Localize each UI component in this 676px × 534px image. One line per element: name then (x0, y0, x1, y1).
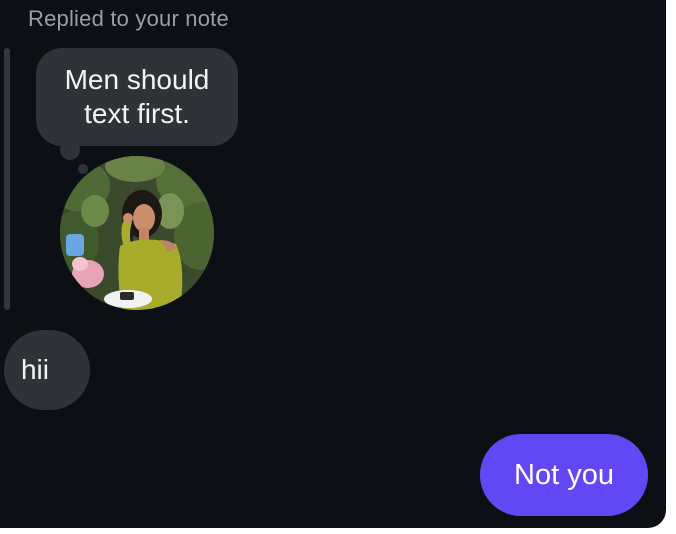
outgoing-message-text: Not you (514, 458, 614, 491)
note-author-avatar[interactable] (60, 156, 214, 310)
note-text: Men should text first. (64, 64, 210, 129)
chat-thread: Replied to your note Men should text fir… (0, 0, 666, 528)
incoming-message-bubble[interactable]: hii (4, 330, 90, 410)
outgoing-message-bubble[interactable]: Not you (480, 434, 648, 516)
note-bubble[interactable]: Men should text first. (36, 48, 238, 146)
profile-photo-icon (60, 156, 214, 310)
reply-quote-bar (4, 48, 10, 310)
note-bubble-tail-dot (78, 164, 88, 174)
note-bubble-tail (60, 140, 80, 160)
reply-context-label: Replied to your note (28, 6, 229, 31)
screen-edge (666, 0, 676, 534)
incoming-message-text: hii (20, 354, 49, 385)
